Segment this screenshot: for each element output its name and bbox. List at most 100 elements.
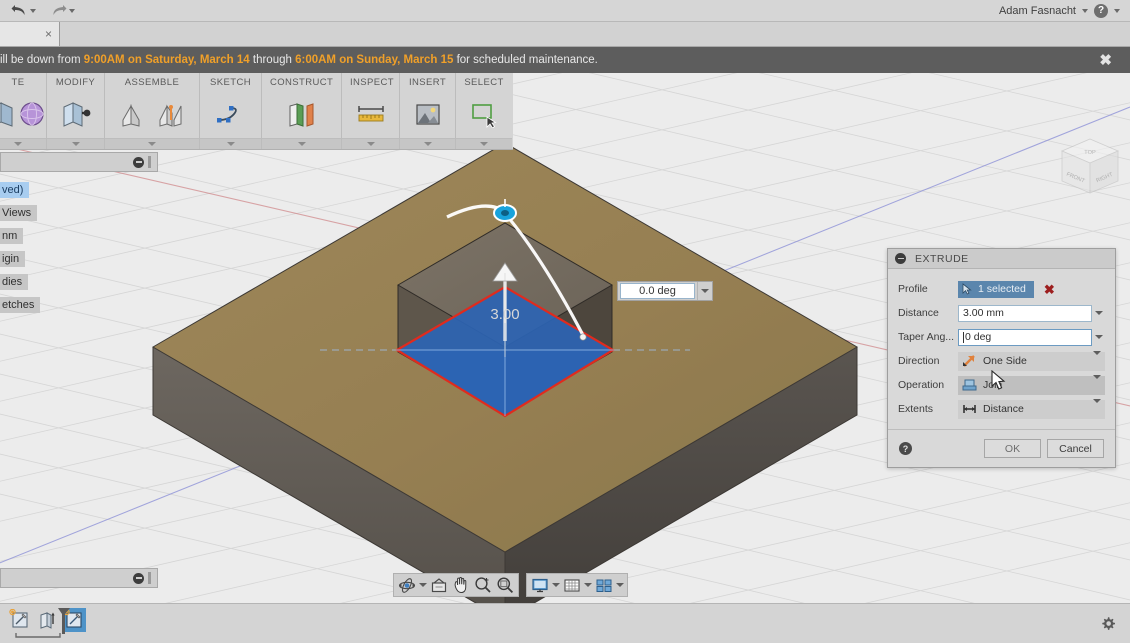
redo-button[interactable]: [47, 3, 78, 18]
canvas-taper-angle-field[interactable]: 0.0 deg: [617, 281, 713, 301]
panel-expand-create-icon[interactable]: [14, 142, 22, 146]
user-name-label[interactable]: Adam Fasnacht: [999, 5, 1076, 17]
new-component-icon[interactable]: [113, 94, 151, 134]
timeline-bar: [8, 608, 86, 632]
distance-dropdown-icon[interactable]: [1092, 305, 1105, 322]
browser-collapse-icon[interactable]: [133, 156, 144, 168]
operation-chevron-icon[interactable]: [1093, 375, 1101, 391]
measure-ruler-icon[interactable]: [352, 94, 390, 134]
svg-text:TOP: TOP: [1084, 150, 1096, 156]
label-taper-angle: Taper Ang...: [898, 331, 955, 343]
extrude-row-profile: Profile 1 selected ✖: [898, 277, 1105, 301]
ribbon-panel-construct: CONSTRUCT: [262, 73, 342, 149]
joint-icon[interactable]: [153, 94, 191, 134]
extents-dropdown[interactable]: Distance: [958, 399, 1105, 419]
panel-expand-modify-icon[interactable]: [71, 142, 80, 146]
browser-resize-handle[interactable]: [148, 156, 151, 168]
extents-chevron-icon[interactable]: [1093, 399, 1101, 415]
orbit-chevron-icon[interactable]: [418, 575, 428, 596]
undo-button[interactable]: [8, 3, 39, 18]
taper-angle-dropdown-icon[interactable]: [1092, 329, 1105, 346]
offset-plane-icon[interactable]: [283, 94, 321, 134]
cancel-button[interactable]: Cancel: [1047, 439, 1104, 458]
profile-selection-field[interactable]: 1 selected: [958, 280, 1034, 298]
label-operation: Operation: [898, 379, 945, 391]
zoom-icon[interactable]: [472, 575, 494, 596]
panel-expand-sketch-icon[interactable]: [226, 142, 235, 146]
display-settings-icon[interactable]: [529, 575, 551, 596]
chevron-down-icon[interactable]: [30, 8, 36, 13]
sphere-primitive-icon[interactable]: [18, 94, 46, 134]
ok-button[interactable]: OK: [984, 439, 1041, 458]
press-pull-icon[interactable]: [57, 94, 95, 134]
panel-title-sketch: SKETCH: [210, 77, 251, 88]
collapse-minus-icon[interactable]: [895, 253, 906, 264]
timeline-header[interactable]: [0, 568, 158, 588]
distance-extent-icon: [963, 405, 976, 413]
help-dot-icon[interactable]: ?: [899, 442, 912, 455]
banner-close-button[interactable]: ✖: [1099, 51, 1130, 69]
extrude-dialog-header[interactable]: EXTRUDE: [888, 249, 1115, 269]
banner-middle: through: [249, 54, 296, 66]
timeline-collapse-icon[interactable]: [133, 572, 144, 584]
box-primitive-icon[interactable]: [0, 94, 16, 134]
navigation-bar: [393, 573, 628, 597]
viewports-chevron-icon[interactable]: [615, 575, 625, 596]
pan-hand-icon[interactable]: [450, 575, 472, 596]
red-x-icon[interactable]: ✖: [1044, 283, 1055, 296]
look-at-icon[interactable]: [428, 575, 450, 596]
insert-image-icon[interactable]: [409, 94, 447, 134]
browser-header[interactable]: [0, 152, 158, 172]
ribbon-panel-modify: MODIFY: [47, 73, 105, 149]
spline-icon[interactable]: [212, 94, 250, 134]
panel-title-insert: INSERT: [408, 77, 447, 88]
timeline-marker[interactable]: [56, 606, 72, 636]
user-menu-chevron-icon[interactable]: [1082, 8, 1088, 13]
browser-tree: ved) Views nm igin dies etches: [0, 182, 160, 320]
canvas-taper-dropdown-icon[interactable]: [697, 282, 712, 300]
grid-snap-icon[interactable]: [561, 575, 583, 596]
close-icon[interactable]: ×: [45, 28, 52, 40]
tree-item-bodies[interactable]: dies: [0, 274, 29, 290]
orbit-icon[interactable]: [396, 575, 418, 596]
grid-snap-chevron-icon[interactable]: [583, 575, 593, 596]
profile-selection-text: 1 selected: [978, 283, 1026, 295]
chevron-down-icon[interactable]: [69, 8, 75, 13]
distance-input[interactable]: 3.00 mm: [958, 304, 1092, 322]
cursor-select-icon: [962, 283, 972, 295]
undo-arrow-icon: [11, 5, 25, 15]
document-tab[interactable]: ×: [0, 22, 60, 46]
panel-expand-inspect-icon[interactable]: [366, 142, 375, 146]
panel-expand-insert-icon[interactable]: [423, 142, 432, 146]
ribbon-panel-inspect: INSPECT: [342, 73, 400, 149]
status-bar: [0, 603, 1130, 643]
viewports-icon[interactable]: [593, 575, 615, 596]
tree-item-unsaved[interactable]: ved): [0, 182, 30, 198]
extrude-row-taper-angle: Taper Ang... 0 deg: [898, 325, 1105, 349]
timeline-resize-handle[interactable]: [148, 572, 151, 584]
tree-item-origin[interactable]: igin: [0, 251, 26, 267]
timeline-node-sketch[interactable]: [8, 608, 32, 632]
panel-expand-assemble-icon[interactable]: [148, 142, 156, 146]
help-circle-icon[interactable]: ?: [1094, 3, 1108, 18]
panel-expand-construct-icon[interactable]: [297, 142, 306, 146]
panel-title-modify: MODIFY: [55, 77, 96, 88]
banner-time-start: 9:00AM on Saturday, March 14: [83, 54, 250, 66]
taper-angle-value: 0 deg: [965, 331, 992, 343]
tree-item-named-views[interactable]: Views: [0, 205, 38, 221]
display-settings-chevron-icon[interactable]: [551, 575, 561, 596]
direction-chevron-icon[interactable]: [1093, 351, 1101, 367]
panel-expand-select-icon[interactable]: [480, 142, 488, 146]
extrude-dialog: EXTRUDE Profile 1 selected ✖ Distance 3.…: [887, 248, 1116, 468]
fit-icon[interactable]: [494, 575, 516, 596]
operation-dropdown[interactable]: Join: [958, 375, 1105, 395]
help-menu-chevron-icon[interactable]: [1114, 8, 1120, 13]
direction-dropdown[interactable]: One Side: [958, 351, 1105, 371]
label-extents: Extents: [898, 403, 934, 415]
canvas-taper-angle-value[interactable]: 0.0 deg: [620, 283, 695, 299]
tree-item-units[interactable]: nm: [0, 228, 24, 244]
select-window-icon[interactable]: [465, 94, 503, 134]
tree-item-sketches[interactable]: etches: [0, 297, 41, 313]
taper-angle-input[interactable]: 0 deg: [958, 328, 1092, 346]
settings-gear-icon[interactable]: [1100, 616, 1116, 635]
